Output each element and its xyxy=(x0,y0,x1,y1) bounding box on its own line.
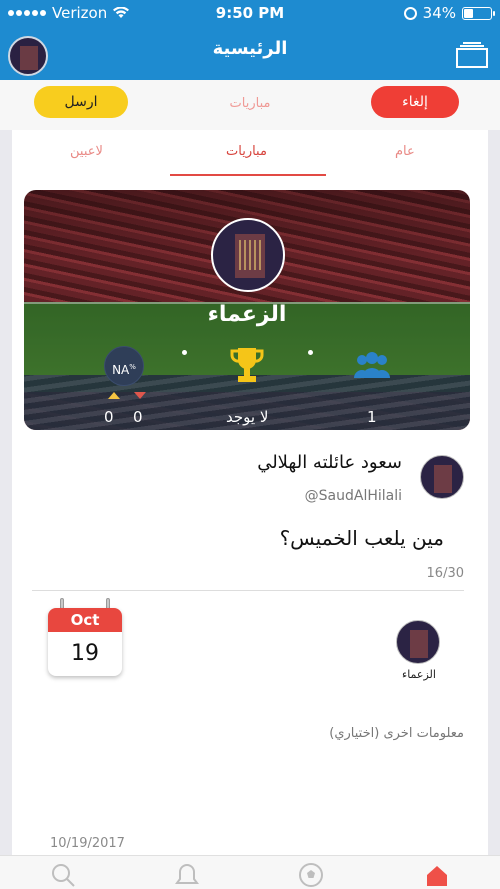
cancel-button[interactable]: إلغاء xyxy=(371,86,459,118)
page-title: الرئيسية xyxy=(212,38,288,59)
battery-level xyxy=(464,8,473,18)
upvote-count: 0 xyxy=(104,408,114,426)
top-bar: Verizon 9:50 PM 34% الرئيسية xyxy=(0,0,500,80)
home-icon[interactable] xyxy=(424,862,450,888)
tab-active-indicator xyxy=(170,174,326,176)
team-name: الزعماء xyxy=(207,302,287,327)
downvote-icon[interactable] xyxy=(134,392,146,399)
post-text: مين يلعب الخميس؟ xyxy=(279,526,444,550)
author-avatar[interactable] xyxy=(420,455,464,499)
separator-dot xyxy=(308,350,313,355)
stack-icon[interactable] xyxy=(456,42,488,68)
rating-badge: NA% xyxy=(104,346,144,386)
bell-icon[interactable] xyxy=(174,862,200,888)
tab-bar: لاعبين مباريات عام xyxy=(12,130,488,178)
post-date: 10/19/2017 xyxy=(50,836,125,851)
tab-general[interactable]: عام xyxy=(395,144,415,159)
team-logo xyxy=(211,218,285,292)
char-count: 16/30 xyxy=(426,566,464,581)
rating-suffix: % xyxy=(129,363,136,371)
trophies-value: لا يوجد xyxy=(226,408,269,426)
team-avatar[interactable] xyxy=(396,620,440,664)
search-icon[interactable] xyxy=(50,862,76,888)
author-handle: @SaudAlHilali xyxy=(304,488,402,504)
post-card: لاعبين مباريات عام الزعماء NA% 0 0 لا يو… xyxy=(12,130,488,889)
battery-icon xyxy=(462,6,495,20)
status-bar: Verizon 9:50 PM 34% xyxy=(0,0,500,26)
calendar-day: 19 xyxy=(71,641,99,666)
tab-players[interactable]: لاعبين xyxy=(70,144,103,159)
team-avatar-label: الزعماء xyxy=(402,668,436,681)
divider xyxy=(32,590,464,591)
separator-dot xyxy=(182,350,187,355)
status-right: 34% xyxy=(403,4,495,22)
more-info-input[interactable]: معلومات اخرى (اختياري) xyxy=(329,726,464,741)
calendar-icon[interactable]: Oct 19 xyxy=(48,608,122,676)
trophy-icon xyxy=(230,348,264,382)
battery-percent: 34% xyxy=(422,4,456,22)
members-icon xyxy=(354,352,390,378)
tab-matches[interactable]: مباريات xyxy=(226,144,267,159)
upvote-icon[interactable] xyxy=(108,392,120,399)
downvote-count: 0 xyxy=(133,408,143,426)
rating-value: NA xyxy=(112,363,130,377)
orientation-lock-icon xyxy=(403,6,417,20)
team-banner[interactable]: الزعماء NA% 0 0 لا يوجد 1 xyxy=(24,190,470,430)
calendar-month: Oct xyxy=(48,608,122,632)
author-name: سعود عائلته الهلالي xyxy=(257,452,402,473)
members-count: 1 xyxy=(367,408,377,426)
soccer-ball-icon[interactable] xyxy=(298,862,324,888)
